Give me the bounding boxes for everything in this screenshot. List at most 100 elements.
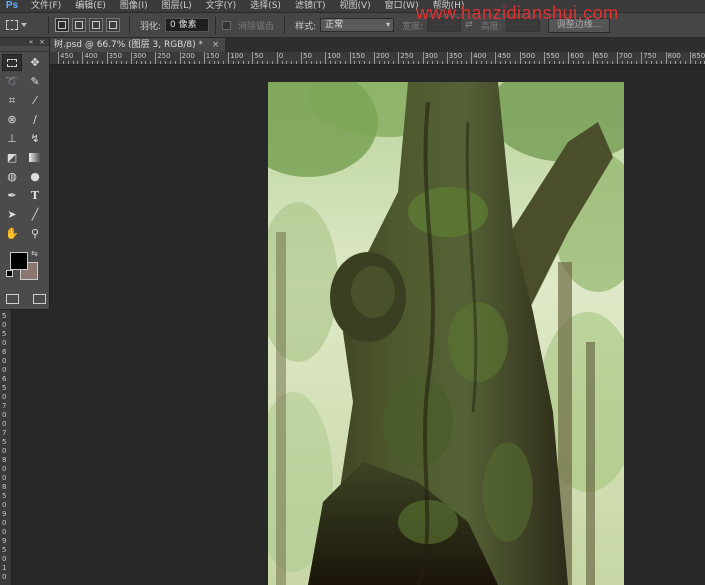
- feather-input[interactable]: 0 像素: [165, 18, 210, 32]
- close-icon[interactable]: ×: [39, 38, 45, 46]
- new-selection-button[interactable]: [55, 18, 69, 32]
- eraser-tool[interactable]: ◩: [2, 149, 22, 166]
- collapse-icon[interactable]: «: [29, 38, 33, 46]
- default-colors-icon[interactable]: [6, 270, 13, 277]
- ruler-minor-tick: [247, 61, 249, 64]
- ruler-minor-tick: [354, 61, 356, 64]
- style-select[interactable]: 正常: [320, 18, 395, 32]
- eyedropper-tool[interactable]: ⁄: [25, 92, 45, 109]
- ruler-minor-tick: [189, 61, 191, 64]
- lasso-tool[interactable]: ➰: [2, 73, 22, 90]
- ruler-minor-tick: [393, 61, 395, 64]
- menu-item-1[interactable]: 编辑(E): [68, 0, 113, 12]
- add-to-selection-button[interactable]: [72, 18, 86, 32]
- ruler-minor-tick: [87, 61, 89, 64]
- screen-mode-icon[interactable]: [33, 294, 46, 304]
- ruler-tick: [203, 52, 205, 64]
- line-tool[interactable]: ╱: [25, 206, 45, 223]
- menu-item-3[interactable]: 图层(L): [155, 0, 199, 12]
- ruler-minor-tick: [160, 61, 162, 64]
- ruler-minor-tick: [378, 61, 380, 64]
- ruler-minor-tick: [548, 61, 550, 64]
- history-brush-tool[interactable]: ↯: [25, 130, 45, 147]
- ruler-label: 0: [2, 519, 7, 527]
- ruler-minor-tick: [242, 61, 244, 64]
- tools-panel-header[interactable]: « ×: [0, 38, 49, 46]
- close-icon[interactable]: ×: [212, 40, 220, 50]
- ruler-minor-tick: [364, 61, 366, 64]
- menu-item-0[interactable]: 文件(F): [24, 0, 68, 12]
- brush-tool[interactable]: ∕: [25, 111, 45, 128]
- divider: [284, 16, 286, 34]
- ruler-tick: [616, 52, 618, 64]
- document-tab[interactable]: 树.psd @ 66.7% (图层 3, RGB/8) * ×: [50, 38, 226, 52]
- ruler-minor-tick: [266, 61, 268, 64]
- ruler-minor-tick: [524, 61, 526, 64]
- ruler-minor-tick: [621, 61, 623, 64]
- ruler-label: 9: [2, 537, 7, 545]
- lasso-icon: ➰: [5, 75, 19, 88]
- ruler-label: 5: [2, 384, 7, 392]
- intersect-selection-button[interactable]: [106, 18, 120, 32]
- ruler-label: 300: [132, 52, 147, 60]
- ruler-minor-tick: [660, 61, 662, 64]
- ruler-label: 550: [546, 52, 560, 60]
- ruler-label: 450: [497, 52, 511, 60]
- ruler-minor-tick: [578, 61, 580, 64]
- ruler-minor-tick: [72, 61, 74, 64]
- ruler-label: 450: [60, 52, 74, 60]
- quick-mask-icon[interactable]: [6, 294, 19, 304]
- menu-item-7[interactable]: 视图(V): [332, 0, 377, 12]
- ruler-label: 6: [2, 375, 7, 383]
- gradient-tool[interactable]: [25, 149, 45, 166]
- clone-stamp-tool[interactable]: ⊥: [2, 130, 22, 147]
- ruler-tick: [325, 52, 327, 64]
- path-select-tool[interactable]: ➤: [2, 206, 22, 223]
- menu-item-2[interactable]: 图像(I): [113, 0, 155, 12]
- swap-colors-icon[interactable]: ⇆: [31, 249, 38, 258]
- ruler-tick: [179, 52, 181, 64]
- ruler-tick: [592, 52, 594, 64]
- blur-tool[interactable]: ◍: [2, 168, 22, 185]
- hand-tool[interactable]: ✋: [2, 225, 22, 242]
- rect-marquee-tool[interactable]: [2, 54, 22, 71]
- ruler-minor-tick: [529, 61, 531, 64]
- ruler-label: 5: [2, 492, 7, 500]
- rect-marquee-icon: [7, 58, 17, 67]
- foreground-color-swatch[interactable]: [10, 252, 28, 270]
- menu-item-4[interactable]: 文字(Y): [199, 0, 244, 12]
- horizontal-ruler[interactable]: 450 400 350 300 250 200 150 100 50 0 50 100 150 200 25…: [50, 52, 705, 65]
- healing-brush-tool[interactable]: ⊗: [2, 111, 22, 128]
- ruler-minor-tick: [680, 61, 682, 64]
- ruler-minor-tick: [626, 61, 628, 64]
- document-image[interactable]: [268, 82, 624, 585]
- watermark-text: www.hanzidianshui.com: [416, 3, 619, 23]
- pen-tool[interactable]: ✒: [2, 187, 22, 204]
- ruler-minor-tick: [403, 61, 405, 64]
- ruler-tick: [471, 52, 473, 64]
- ruler-label: 7: [2, 402, 7, 410]
- ruler-label: 0: [278, 52, 284, 60]
- menu-item-5[interactable]: 选择(S): [243, 0, 288, 12]
- ruler-minor-tick: [612, 61, 614, 64]
- ruler-minor-tick: [412, 61, 414, 64]
- type-tool[interactable]: T: [25, 187, 45, 204]
- ruler-label: 100: [327, 52, 341, 60]
- quick-select-tool[interactable]: ✎: [25, 73, 45, 90]
- ruler-minor-tick: [305, 61, 307, 64]
- subtract-selection-button[interactable]: [89, 18, 103, 32]
- crop-tool[interactable]: ⌗: [2, 92, 22, 109]
- ruler-minor-tick: [62, 61, 64, 64]
- dodge-tool[interactable]: ●: [25, 168, 45, 185]
- zoom-tool[interactable]: ⚲: [25, 225, 45, 242]
- antialias-checkbox[interactable]: [222, 20, 232, 30]
- ruler-minor-tick: [437, 61, 439, 64]
- move-tool[interactable]: ✥: [25, 54, 45, 71]
- divider: [129, 16, 130, 34]
- ruler-minor-tick: [461, 61, 463, 64]
- vertical-ruler[interactable]: 505060065070075080085090095010: [0, 310, 12, 585]
- ruler-minor-tick: [184, 61, 186, 64]
- tool-preset-picker[interactable]: [6, 15, 42, 35]
- ruler-minor-tick: [315, 61, 317, 64]
- menu-item-6[interactable]: 滤镜(T): [288, 0, 333, 12]
